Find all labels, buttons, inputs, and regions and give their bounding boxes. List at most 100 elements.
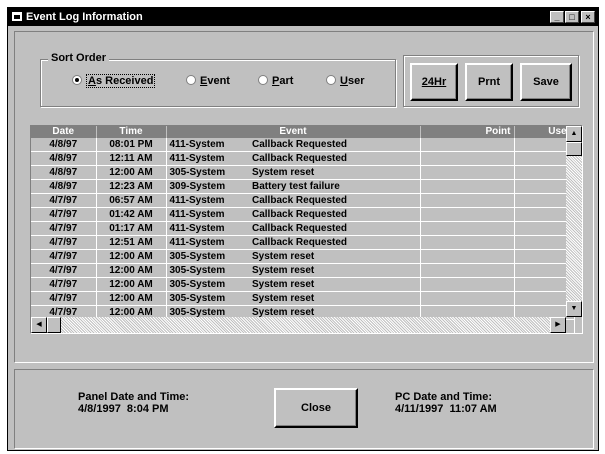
cell-date: 4/8/97 bbox=[31, 151, 97, 166]
cell-point bbox=[420, 235, 515, 250]
table-row[interactable]: 4/7/97 12:00 AM 305-System System reset bbox=[31, 291, 575, 306]
radio-event[interactable]: Event bbox=[186, 75, 230, 87]
cell-time: 12:00 AM bbox=[96, 291, 167, 306]
cell-date: 4/7/97 bbox=[31, 207, 97, 222]
cell-date: 4/7/97 bbox=[31, 263, 97, 278]
cell-event-code: 305-System bbox=[166, 165, 249, 180]
cell-user bbox=[514, 207, 575, 222]
table-row[interactable]: 4/8/97 08:01 PM 411-System Callback Request… bbox=[31, 138, 575, 152]
cell-user bbox=[514, 263, 575, 278]
cell-user bbox=[514, 291, 575, 306]
close-button[interactable]: Close bbox=[274, 388, 358, 428]
table-row[interactable]: 4/8/97 12:23 AM 309-System Battery test fai… bbox=[31, 179, 575, 194]
save-button[interactable]: Save bbox=[520, 63, 572, 101]
panel-datetime-value: 4/8/1997 8:04 PM bbox=[78, 403, 169, 415]
maximize-button[interactable]: □ bbox=[565, 11, 579, 23]
print-button[interactable]: Prnt bbox=[465, 63, 513, 101]
cell-event-desc: Callback Requested bbox=[249, 138, 421, 152]
cell-event-desc: Battery test failure bbox=[249, 179, 421, 194]
minimize-button[interactable]: _ bbox=[550, 11, 564, 23]
scroll-up-button[interactable]: ▲ bbox=[566, 126, 582, 142]
table-row[interactable]: 4/7/97 12:00 AM 305-System System reset bbox=[31, 263, 575, 278]
scroll-down-button[interactable]: ▼ bbox=[566, 301, 582, 317]
scroll-thumb[interactable] bbox=[566, 142, 582, 156]
table-row[interactable]: 4/7/97 01:42 AM 411-System Callback Request… bbox=[31, 207, 575, 222]
table-row[interactable]: 4/7/97 12:51 AM 411-System Callback Request… bbox=[31, 235, 575, 250]
cell-event-desc: Callback Requested bbox=[249, 235, 421, 250]
cell-user bbox=[514, 151, 575, 166]
cell-event-code: 305-System bbox=[166, 263, 249, 278]
radio-part[interactable]: Part bbox=[258, 75, 293, 87]
cell-event-code: 411-System bbox=[166, 138, 249, 152]
panel-datetime-label: Panel Date and Time: bbox=[78, 391, 190, 403]
table-row[interactable]: 4/8/97 12:00 AM 305-System System reset bbox=[31, 165, 575, 180]
24hr-button[interactable]: 24Hr bbox=[410, 63, 458, 101]
scroll-right-button[interactable]: ▶ bbox=[550, 317, 566, 333]
pc-datetime: PC Date and Time: 4/11/1997 11:07 AM bbox=[395, 391, 497, 415]
scroll-left-button[interactable]: ◀ bbox=[31, 317, 47, 333]
table-row[interactable]: 4/7/97 01:17 AM 411-System Callback Request… bbox=[31, 221, 575, 236]
event-log-window: Event Log Information _ □ × Sort Order A… bbox=[7, 7, 599, 451]
cell-event-desc: Callback Requested bbox=[249, 193, 421, 208]
cell-date: 4/7/97 bbox=[31, 235, 97, 250]
radio-user-label: ser bbox=[347, 75, 365, 87]
cell-date: 4/7/97 bbox=[31, 277, 97, 292]
radio-selected-icon bbox=[72, 75, 82, 85]
table-row[interactable]: 4/8/97 12:11 AM 411-System Callback Request… bbox=[31, 151, 575, 166]
cell-date: 4/8/97 bbox=[31, 138, 97, 152]
radio-unselected-icon bbox=[186, 75, 196, 85]
col-header-event[interactable]: Event bbox=[166, 126, 421, 138]
cell-user bbox=[514, 193, 575, 208]
cell-point bbox=[420, 263, 515, 278]
vertical-scrollbar[interactable]: ▲ ▼ bbox=[566, 126, 582, 317]
table-row[interactable]: 4/7/97 12:00 AM 305-System System reset bbox=[31, 249, 575, 264]
cell-date: 4/7/97 bbox=[31, 249, 97, 264]
cell-event-desc: Callback Requested bbox=[249, 151, 421, 166]
cell-point bbox=[420, 249, 515, 264]
cell-event-desc: Callback Requested bbox=[249, 207, 421, 222]
cell-user bbox=[514, 221, 575, 236]
cell-event-code: 309-System bbox=[166, 179, 249, 194]
table-row[interactable]: 4/7/97 12:00 AM 305-System System reset bbox=[31, 277, 575, 292]
cell-point bbox=[420, 291, 515, 306]
panel-datetime: Panel Date and Time: 4/8/1997 8:04 PM bbox=[78, 391, 189, 415]
cell-event-code: 411-System bbox=[166, 235, 249, 250]
radio-part-label: art bbox=[279, 75, 294, 87]
cell-event-code: 411-System bbox=[166, 151, 249, 166]
cell-event-code: 305-System bbox=[166, 277, 249, 292]
cell-time: 12:00 AM bbox=[96, 165, 167, 180]
col-header-user[interactable]: User bbox=[514, 126, 575, 138]
horizontal-scrollbar[interactable]: ◀ ▶ bbox=[31, 317, 566, 333]
cell-point bbox=[420, 221, 515, 236]
col-header-point[interactable]: Point bbox=[420, 126, 515, 138]
col-header-date[interactable]: Date bbox=[31, 126, 97, 138]
cell-user bbox=[514, 277, 575, 292]
sort-order-label: Sort Order bbox=[48, 52, 110, 64]
radio-user-accel: U bbox=[340, 75, 348, 87]
radio-user[interactable]: User bbox=[326, 75, 364, 87]
cell-time: 12:00 AM bbox=[96, 277, 167, 292]
window-title: Event Log Information bbox=[26, 11, 143, 23]
hscroll-thumb[interactable] bbox=[47, 317, 61, 333]
event-log-grid[interactable]: Date Time Event Point User 4/8/97 08:01 P… bbox=[30, 125, 583, 334]
radio-as-received[interactable]: As Received bbox=[72, 74, 156, 88]
cell-date: 4/7/97 bbox=[31, 291, 97, 306]
cell-user bbox=[514, 249, 575, 264]
cell-time: 12:11 AM bbox=[96, 151, 167, 166]
close-window-button[interactable]: × bbox=[581, 11, 595, 23]
system-menu-icon[interactable] bbox=[12, 12, 22, 21]
col-header-time[interactable]: Time bbox=[96, 126, 167, 138]
cell-event-desc: System reset bbox=[249, 165, 421, 180]
table-row[interactable]: 4/7/97 06:57 AM 411-System Callback Request… bbox=[31, 193, 575, 208]
title-bar[interactable]: Event Log Information _ □ × bbox=[8, 8, 598, 26]
radio-event-label: vent bbox=[207, 75, 230, 87]
cell-user bbox=[514, 235, 575, 250]
cell-user bbox=[514, 165, 575, 180]
radio-as-received-accel: A bbox=[88, 75, 96, 87]
radio-unselected-icon bbox=[326, 75, 336, 85]
cell-event-code: 305-System bbox=[166, 291, 249, 306]
24hr-button-label: 24Hr bbox=[421, 76, 447, 88]
cell-point bbox=[420, 277, 515, 292]
cell-time: 12:51 AM bbox=[96, 235, 167, 250]
cell-date: 4/8/97 bbox=[31, 179, 97, 194]
